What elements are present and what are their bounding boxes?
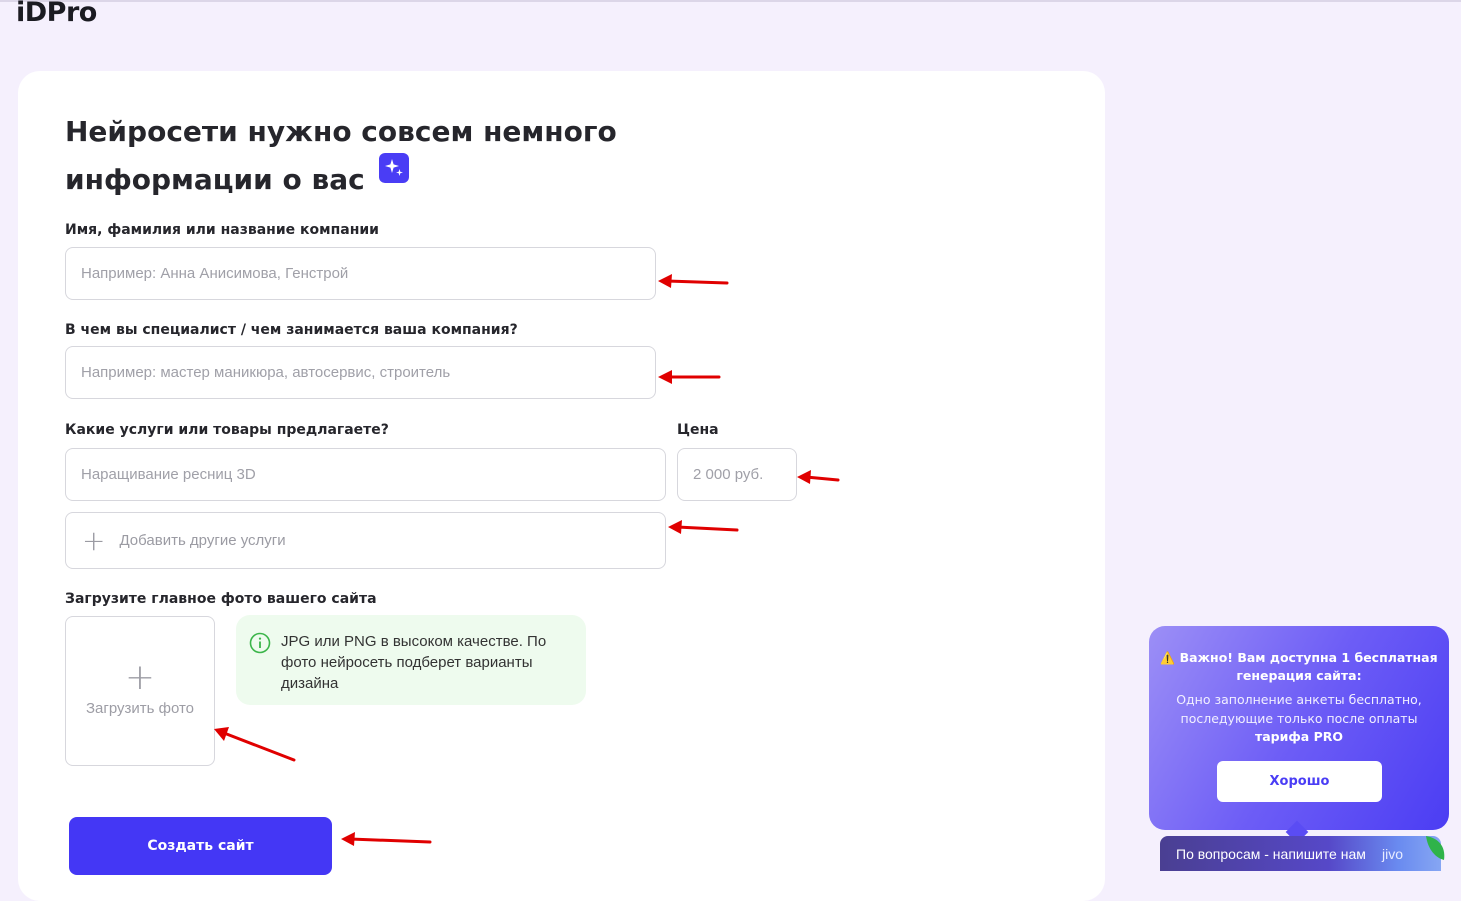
upload-photo-button[interactable]: + Загрузить фото: [65, 616, 215, 766]
name-input[interactable]: [81, 265, 655, 282]
jivo-logo: jivo: [1382, 846, 1404, 862]
plus-icon: +: [82, 523, 106, 557]
logo[interactable]: iDPro: [16, 0, 97, 28]
services-label: Какие услуги или товары предлагаете?: [65, 422, 389, 438]
service-input[interactable]: [81, 466, 665, 483]
plus-icon: +: [124, 657, 156, 698]
price-input[interactable]: [693, 466, 796, 483]
free-generation-popup: ⚠️ Важно! Вам доступна 1 бесплатная гене…: [1149, 626, 1449, 844]
photo-hint: JPG или PNG в высоком качестве. По фото …: [236, 615, 586, 705]
specialty-label: В чем вы специалист / чем занимается ваш…: [65, 322, 518, 338]
add-services-button[interactable]: + Добавить другие услуги: [65, 512, 666, 569]
sparkle-icon: [378, 153, 409, 183]
info-icon: [249, 632, 271, 654]
popup-title: ⚠️ Важно! Вам доступна 1 бесплатная гене…: [1159, 649, 1439, 685]
name-label: Имя, фамилия или название компании: [65, 222, 379, 238]
price-label: Цена: [677, 422, 719, 438]
ok-button[interactable]: Хорошо: [1217, 761, 1382, 802]
specialty-field-wrapper: [65, 346, 656, 399]
upload-photo-label: Загрузить фото: [85, 700, 195, 717]
service-field-wrapper: [65, 448, 666, 501]
price-field-wrapper: [677, 448, 797, 501]
title-line-2: информации о вас: [65, 163, 365, 196]
photo-hint-text: JPG или PNG в высоком качестве. По фото …: [281, 633, 547, 692]
title-line-1: Нейросети нужно совсем немного: [65, 115, 617, 148]
page-title: Нейросети нужно совсем немного информаци…: [65, 111, 685, 201]
warning-icon: ⚠️: [1160, 651, 1176, 665]
popup-body: Одно заполнение анкеты бесплатно, послед…: [1159, 691, 1439, 747]
popup-title-text: Важно! Вам доступна 1 бесплатная генерац…: [1179, 650, 1438, 683]
add-services-label: Добавить другие услуги: [119, 532, 286, 549]
popup-body-text: Одно заполнение анкеты бесплатно, послед…: [1176, 692, 1422, 726]
chat-widget-button[interactable]: По вопросам - напишите нам jivo: [1160, 836, 1445, 871]
top-divider: [0, 0, 1461, 2]
name-field-wrapper: [65, 247, 656, 300]
create-site-button[interactable]: Создать сайт: [69, 817, 332, 875]
photo-label: Загрузите главное фото вашего сайта: [65, 591, 377, 607]
leaf-icon: [1426, 836, 1445, 860]
specialty-input[interactable]: [81, 364, 655, 381]
chat-label: По вопросам - напишите нам: [1176, 846, 1366, 862]
popup-body-bold: тарифа PRO: [1255, 729, 1343, 744]
